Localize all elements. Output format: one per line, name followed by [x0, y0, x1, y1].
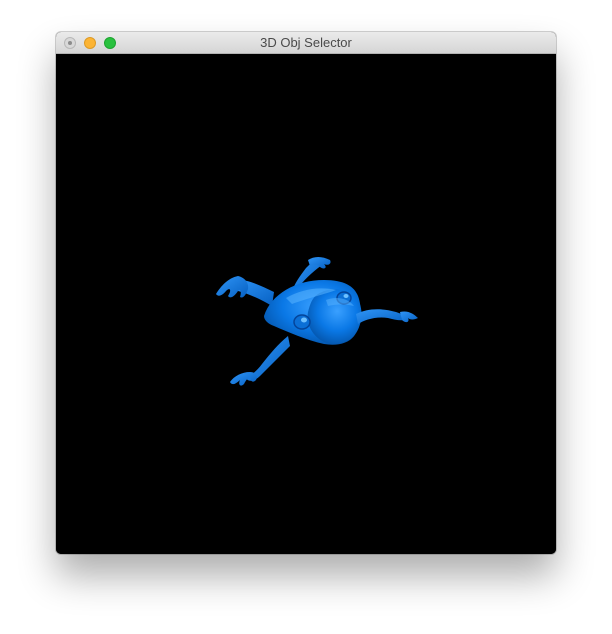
frog-right-eye-shine — [343, 294, 349, 298]
3d-viewport[interactable] — [56, 54, 556, 554]
frog-model[interactable] — [56, 54, 556, 554]
frog-front-right-hand — [400, 311, 418, 323]
app-window: 3D Obj Selector — [56, 32, 556, 554]
frog-left-eye-shine — [301, 317, 307, 323]
frog-front-left-hand — [230, 372, 257, 386]
window-title: 3D Obj Selector — [260, 35, 352, 50]
frog-back-left-foot — [216, 276, 249, 298]
title-bar[interactable]: 3D Obj Selector — [56, 32, 556, 54]
frog-front-right-arm — [356, 309, 408, 324]
frog-head — [307, 289, 362, 344]
frog-left-eye — [293, 314, 311, 330]
